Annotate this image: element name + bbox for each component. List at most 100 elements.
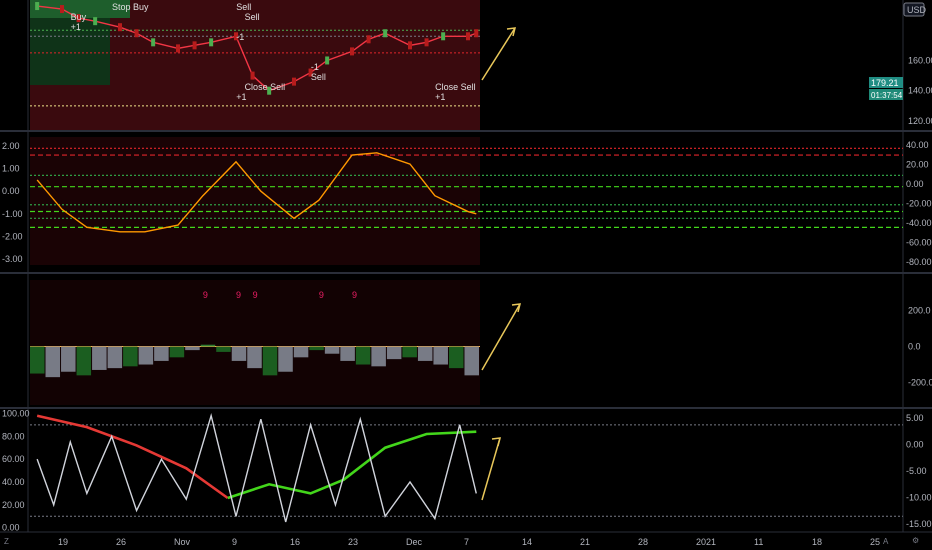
auto-scale-button[interactable]: A	[883, 537, 888, 546]
y-tick-label-right: -15.00	[906, 519, 932, 529]
histogram-bar	[386, 346, 402, 360]
chart-canvas: 160.00140.00120.00Stop BuyBuy+1-1SellSel…	[0, 0, 932, 550]
x-tick-label: 19	[58, 537, 68, 547]
histogram-bar	[247, 346, 262, 369]
histogram-marker: 9	[203, 290, 208, 300]
price-candle	[192, 41, 197, 50]
y-tick-label-right: 20.00	[906, 160, 929, 170]
signal-label: Sell	[236, 2, 251, 12]
price-candle	[383, 29, 388, 38]
histogram-bar	[200, 344, 216, 347]
y-tick-label-right: -60.00	[906, 238, 932, 248]
histogram-bar	[92, 346, 107, 370]
price-candle	[408, 41, 412, 50]
histogram-bar	[107, 346, 123, 369]
y-tick-label: 2.00	[2, 141, 20, 151]
histogram-bar	[355, 346, 371, 365]
y-tick-label-right: -40.00	[906, 218, 932, 228]
y-tick-label-right: 0.00	[906, 440, 924, 450]
x-tick-label: 25	[870, 537, 880, 547]
oscillator-pane-shading	[30, 137, 480, 265]
price-candle	[466, 32, 470, 41]
histogram-bar	[154, 346, 169, 361]
y-tick-label: -2.00	[2, 231, 23, 241]
signal-label: +1	[236, 92, 246, 102]
histogram-bar	[402, 346, 417, 358]
histogram-bar	[45, 346, 61, 378]
price-candle	[151, 38, 156, 47]
y-tick-label-right: -80.00	[906, 257, 932, 267]
price-candle	[366, 35, 371, 44]
x-tick-label: 18	[812, 537, 822, 547]
histogram-marker: 9	[236, 290, 241, 300]
price-candle	[474, 29, 479, 38]
x-tick-label: 28	[638, 537, 648, 547]
y-tick-label-right: -20.00	[906, 199, 932, 209]
price-tag-value: 179.21	[871, 78, 899, 88]
y-tick-label-right: 0.00	[906, 179, 924, 189]
histogram-bar	[138, 346, 154, 365]
histogram-bar	[464, 346, 479, 376]
price-candle	[176, 44, 180, 53]
histogram-bar	[340, 346, 355, 361]
countdown-value: 01:37:54	[871, 91, 903, 100]
y-tick-label-right: 5.00	[906, 413, 924, 423]
histogram-bar	[76, 346, 92, 376]
y-tick-label-right: -10.00	[906, 493, 932, 503]
y-tick-label: 1.00	[2, 164, 20, 174]
price-candle	[118, 23, 122, 32]
x-tick-label: 11	[754, 537, 763, 547]
y-tick-label: 40.00	[2, 477, 25, 487]
histogram-marker: 9	[352, 290, 357, 300]
timezone-icon[interactable]: Z	[4, 537, 9, 546]
x-tick-label: 2021	[696, 537, 716, 547]
histogram-bar	[448, 346, 464, 369]
x-tick-label: 23	[348, 537, 358, 547]
y-tick-label: -3.00	[2, 254, 23, 264]
signal-label: Stop Buy	[112, 2, 149, 12]
signal-label: Close Sell	[245, 82, 286, 92]
histogram-bar	[324, 346, 340, 354]
settings-gear-icon[interactable]: ⚙	[912, 536, 919, 545]
y-tick-label: 0.00	[2, 523, 20, 533]
x-tick-label: 21	[580, 537, 590, 547]
histogram-bar	[30, 346, 45, 374]
price-candle	[325, 56, 330, 65]
price-candle	[424, 38, 429, 47]
price-candle	[250, 71, 255, 80]
y-tick-label: 140.00	[908, 86, 932, 96]
x-tick-label: 14	[522, 537, 532, 547]
histogram-bar	[417, 346, 433, 361]
histogram-bar	[309, 346, 324, 351]
signal-label: Close Sell	[435, 82, 476, 92]
histogram-bar	[433, 346, 448, 365]
signal-label: -1	[311, 62, 319, 72]
signal-label: Sell	[311, 72, 326, 82]
y-tick-label: 200.0	[908, 305, 931, 315]
price-candle	[350, 47, 354, 56]
y-tick-label: 0.0	[908, 342, 921, 352]
price-candle	[292, 77, 296, 86]
x-tick-label: 7	[464, 537, 469, 547]
histogram-bar	[185, 346, 200, 351]
currency-label: USD	[907, 5, 927, 15]
x-tick-label: Dec	[406, 537, 423, 547]
y-tick-label: -200.0	[908, 378, 932, 388]
histogram-bar	[169, 346, 185, 358]
y-tick-label-right: -5.00	[906, 466, 927, 476]
x-tick-label: 9	[232, 537, 237, 547]
signal-label: Sell	[245, 12, 260, 22]
time-axis[interactable]: 19 26 Nov 9 16 23 Dec 7 14 21 28 2021 11 18 25	[58, 537, 880, 547]
histogram-bar	[262, 346, 278, 376]
histogram-bar	[216, 346, 231, 352]
histogram-bar	[371, 346, 386, 367]
price-candle	[93, 17, 98, 26]
y-tick-label: 0.00	[2, 186, 20, 196]
y-tick-label: 120.00	[908, 116, 932, 126]
histogram-bar	[293, 346, 309, 358]
signal-label: -1	[236, 32, 244, 42]
signal-label: +1	[71, 22, 81, 32]
histogram-bar	[278, 346, 293, 372]
price-candle	[35, 2, 40, 11]
signal-label: Buy	[71, 12, 87, 22]
